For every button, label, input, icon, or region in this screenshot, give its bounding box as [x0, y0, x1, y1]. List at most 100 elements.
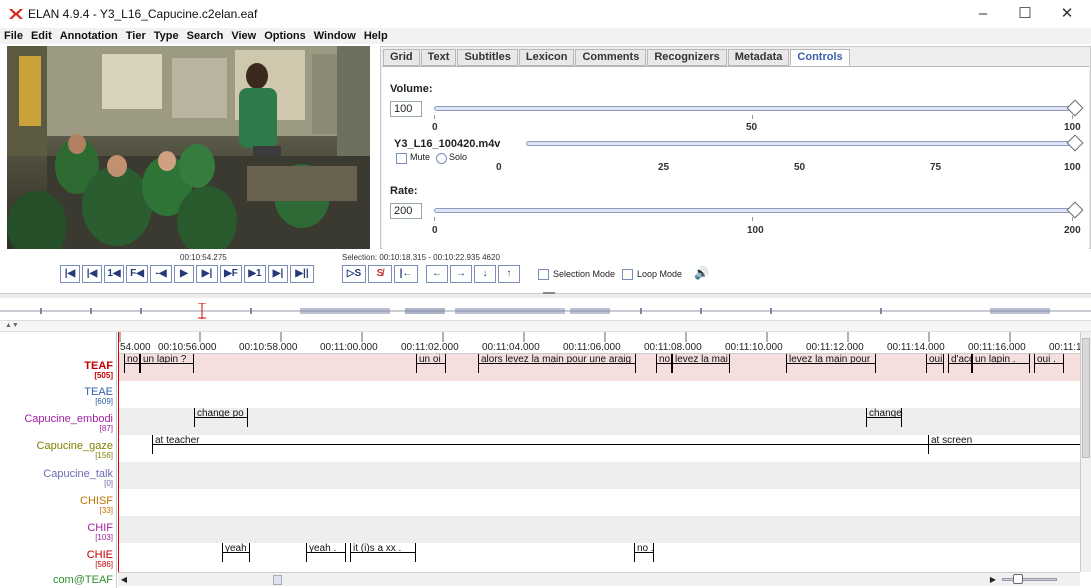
tab-grid[interactable]: Grid	[383, 49, 420, 66]
volume-input[interactable]: 100	[390, 101, 422, 117]
media-volume-slider-thumb[interactable]	[1066, 134, 1084, 152]
previous-annotation-button[interactable]: ←	[426, 265, 448, 283]
annotation[interactable]: un lapin .	[972, 354, 1030, 373]
annotation[interactable]: un lapin ?	[140, 354, 194, 373]
solo-radio[interactable]	[436, 153, 447, 164]
media-volume-slider[interactable]	[526, 141, 1074, 146]
menu-help[interactable]: Help	[360, 28, 392, 44]
annotation[interactable]: levez la main pour	[786, 354, 876, 373]
tab-text[interactable]: Text	[420, 49, 457, 66]
previous-pixel-button[interactable]: -◀	[150, 265, 172, 283]
annotation[interactable]: d'acc	[948, 354, 972, 373]
annotation[interactable]: at screen	[928, 435, 1080, 454]
menu-type[interactable]: Type	[150, 28, 183, 44]
menu-options[interactable]: Options	[260, 28, 310, 44]
next-second-button[interactable]: ▶1	[244, 265, 266, 283]
tier-label-capucine-talk[interactable]: Capucine_talk [0]	[43, 468, 116, 488]
next-frame-button[interactable]: ▶F	[220, 265, 242, 283]
menu-window[interactable]: Window	[310, 28, 360, 44]
tier-label-teaf[interactable]: TEAF [505]	[84, 360, 116, 380]
tab-recognizers[interactable]: Recognizers	[647, 49, 727, 66]
tier-row-capucine-talk[interactable]	[118, 462, 1080, 489]
tier-label-chie[interactable]: CHIE [586]	[87, 549, 116, 569]
vertical-scroll-thumb[interactable]	[1082, 338, 1090, 458]
next-pixel-button[interactable]: ▶|	[196, 265, 218, 283]
speaker-icon[interactable]: 🔊	[694, 266, 709, 280]
zoom-slider[interactable]	[1002, 578, 1057, 581]
annotation[interactable]: yeah .	[306, 543, 346, 562]
minimize-button[interactable]: –	[963, 2, 1003, 26]
annotation[interactable]: change	[866, 408, 902, 427]
menu-view[interactable]: View	[227, 28, 260, 44]
time-ruler[interactable]: 54.000 00:10:56.000 00:10:58.000 00:11:0…	[118, 332, 1082, 354]
close-button[interactable]: ✕	[1047, 2, 1087, 26]
go-to-begin-button[interactable]: |◀	[60, 265, 80, 283]
collapse-arrow-icon[interactable]: ▲▼	[5, 322, 19, 329]
loop-mode-checkbox[interactable]	[622, 269, 633, 280]
annotation-down-button[interactable]: ↓	[474, 265, 496, 283]
volume-slider[interactable]	[434, 106, 1074, 111]
menu-edit[interactable]: Edit	[27, 28, 56, 44]
rate-input[interactable]: 200	[390, 203, 422, 219]
tab-controls[interactable]: Controls	[790, 49, 850, 66]
tab-subtitles[interactable]: Subtitles	[457, 49, 518, 66]
playhead-crosshair[interactable]	[118, 332, 119, 572]
annotation[interactable]: oui .	[1034, 354, 1064, 373]
annotation[interactable]: change po	[194, 408, 248, 427]
annotation[interactable]: no .	[634, 543, 654, 562]
tab-lexicon[interactable]: Lexicon	[518, 49, 575, 66]
zoom-slider-thumb[interactable]	[1013, 574, 1023, 584]
next-annotation-button[interactable]: →	[450, 265, 472, 283]
video-player[interactable]	[7, 46, 370, 249]
timeline-viewer[interactable]: TEAF [505] TEAE [609] Capucine_embodi [87] …	[0, 332, 1091, 588]
annotation[interactable]: at teacher	[152, 435, 928, 454]
timeline-overview[interactable]	[0, 302, 1091, 319]
horizontal-scroll-thumb[interactable]	[273, 575, 282, 585]
tier-label-chif[interactable]: CHIF [103]	[87, 522, 116, 542]
vertical-scrollbar[interactable]	[1080, 332, 1091, 572]
volume-slider-thumb[interactable]	[1066, 99, 1084, 117]
tier-label-com-teaf[interactable]: com@TEAF	[53, 574, 116, 586]
annotation[interactable]: levez la mai	[672, 354, 730, 373]
previous-second-button[interactable]: 1◀	[104, 265, 124, 283]
annotation-up-button[interactable]: ↑	[498, 265, 520, 283]
annotation[interactable]: alors levez la main pour une araig	[478, 354, 636, 373]
clear-selection-button[interactable]: S̸	[368, 265, 392, 283]
scroll-right-icon[interactable]: ▶	[988, 574, 998, 585]
scroll-left-icon[interactable]: ◀	[119, 574, 129, 585]
splitter-grip[interactable]	[543, 292, 555, 294]
tier-label-capucine-embodi[interactable]: Capucine_embodi [87]	[24, 413, 116, 433]
menu-tier[interactable]: Tier	[122, 28, 150, 44]
rate-slider[interactable]	[434, 208, 1074, 213]
annotation[interactable]: un oi	[416, 354, 446, 373]
rate-slider-thumb[interactable]	[1066, 201, 1084, 219]
annotation[interactable]: oui	[926, 354, 944, 373]
next-scrollview-button[interactable]: ▶|	[268, 265, 288, 283]
annotation[interactable]: it (i)s a xx .	[350, 543, 416, 562]
tab-comments[interactable]: Comments	[575, 49, 647, 66]
tier-count: [586]	[95, 560, 113, 569]
tier-label-capucine-gaze[interactable]: Capucine_gaze [156]	[37, 440, 116, 460]
tier-label-chisf[interactable]: CHISF [33]	[80, 495, 116, 515]
menu-file[interactable]: File	[0, 28, 27, 44]
annotation[interactable]: no	[124, 354, 140, 373]
mute-checkbox[interactable]	[396, 153, 407, 164]
maximize-button[interactable]: ☐	[1005, 2, 1045, 26]
go-to-end-button[interactable]: ▶||	[290, 265, 314, 283]
annotation[interactable]: no	[656, 354, 672, 373]
tier-row-chisf[interactable]	[118, 489, 1080, 516]
previous-frame-button[interactable]: F◀	[126, 265, 148, 283]
tier-row-chif[interactable]	[118, 516, 1080, 543]
play-selection-button[interactable]: ▷S	[342, 265, 366, 283]
menu-annotation[interactable]: Annotation	[56, 28, 122, 44]
menu-search[interactable]: Search	[183, 28, 228, 44]
tier-label-teae[interactable]: TEAE [609]	[84, 386, 116, 406]
tab-metadata[interactable]: Metadata	[727, 49, 790, 66]
selection-mode-checkbox[interactable]	[538, 269, 549, 280]
play-button[interactable]: ▶	[174, 265, 194, 283]
to-selection-begin-button[interactable]: |←	[394, 265, 418, 283]
previous-scrollview-button[interactable]: |◀	[82, 265, 102, 283]
tier-row-teae[interactable]	[118, 381, 1080, 408]
annotation[interactable]: yeah	[222, 543, 250, 562]
horizontal-scrollbar[interactable]: ◀ ▶	[118, 572, 1080, 586]
